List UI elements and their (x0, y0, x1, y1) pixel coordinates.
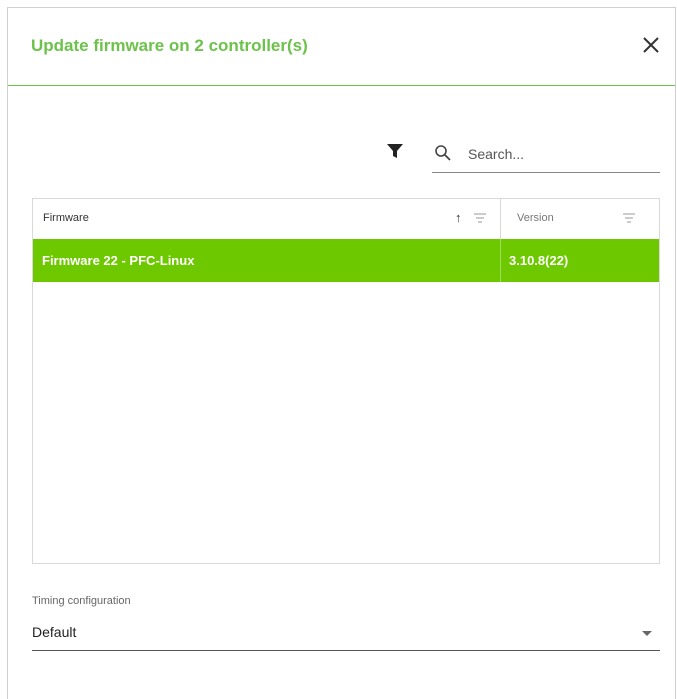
dialog-title: Update firmware on 2 controller(s) (31, 36, 308, 55)
filter-lines-icon[interactable] (623, 213, 635, 223)
search-box (432, 136, 660, 173)
column-label: Firmware (43, 212, 89, 224)
firmware-cell: Firmware 22 - PFC-Linux (42, 253, 195, 268)
column-label: Version (517, 212, 554, 224)
search-icon (435, 145, 451, 161)
dialog-header: Update firmware on 2 controller(s) (8, 8, 675, 86)
timing-configuration-value: Default (32, 624, 77, 640)
version-cell: 3.10.8(22) (509, 253, 569, 268)
sort-ascending-icon[interactable]: ↑ (455, 210, 462, 225)
column-divider (500, 239, 501, 282)
chevron-down-icon (642, 631, 652, 636)
table-row[interactable]: Firmware 22 - PFC-Linux 3.10.8(22) (33, 239, 659, 282)
search-input[interactable] (466, 142, 655, 166)
column-header-firmware[interactable]: Firmware ↑ (33, 199, 501, 239)
firmware-table: Firmware ↑ Version Firmware 22 - PFC-Lin… (32, 198, 660, 564)
timing-configuration-label: Timing configuration (32, 595, 131, 607)
filter-icon[interactable] (386, 142, 404, 160)
table-header: Firmware ↑ Version (33, 199, 659, 240)
column-header-version[interactable]: Version (501, 199, 659, 239)
filter-lines-icon[interactable] (474, 213, 486, 223)
firmware-update-dialog: Update firmware on 2 controller(s) Firmw… (7, 7, 676, 699)
timing-configuration-select[interactable]: Default (32, 618, 660, 651)
close-icon[interactable] (640, 34, 662, 56)
